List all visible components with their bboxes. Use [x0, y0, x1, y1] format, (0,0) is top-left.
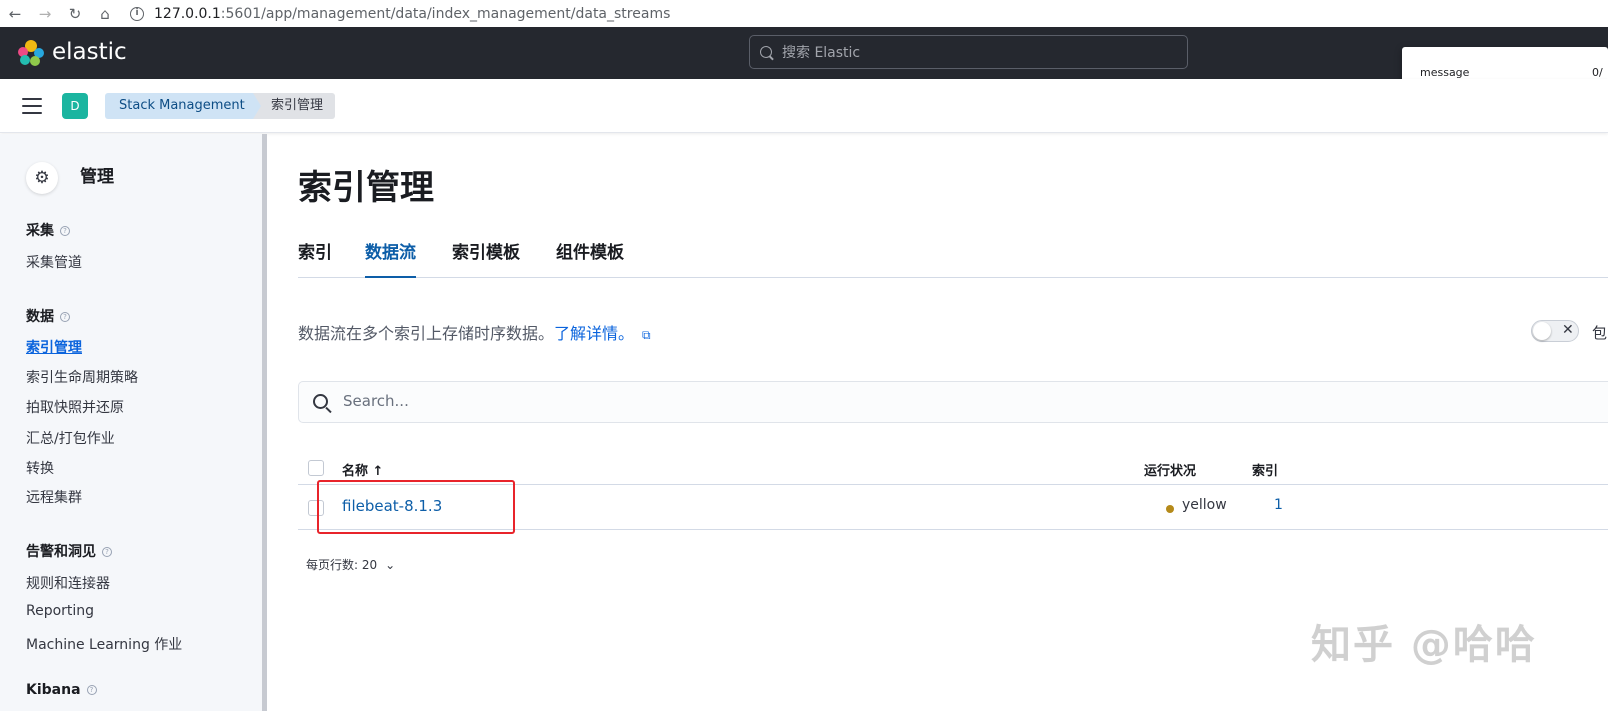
rows-per-page-label: 每页行数: 20	[306, 558, 378, 572]
sidebar-group-ingest: 采集?	[26, 220, 70, 240]
help-icon[interactable]: ?	[60, 312, 70, 322]
column-header-name[interactable]: 名称 ↑	[342, 460, 383, 479]
sidebar-item-index-management[interactable]: 索引管理	[26, 337, 82, 357]
sidebar-item-reporting[interactable]: Reporting	[26, 603, 94, 619]
tab-indices[interactable]: 索引	[298, 238, 332, 278]
breadcrumb-stack-management[interactable]: Stack Management	[105, 93, 263, 119]
column-header-indices: 索引	[1252, 464, 1279, 479]
search-icon	[313, 394, 328, 409]
tab-index-templates[interactable]: 索引模板	[452, 238, 520, 278]
tab-data-streams[interactable]: 数据流	[365, 238, 416, 278]
global-search-input[interactable]: 搜索 Elastic	[749, 35, 1188, 69]
sidebar-item-ml-jobs[interactable]: Machine Learning 作业	[26, 634, 182, 654]
watermark: 知乎 @哈哈	[1311, 622, 1537, 668]
sidebar-item-snapshot-restore[interactable]: 拍取快照并还原	[26, 397, 124, 417]
page-description: 数据流在多个索引上存储时序数据。了解详情。 ⧉	[298, 320, 651, 344]
sidebar-item-rollup-jobs[interactable]: 汇总/打包作业	[26, 428, 115, 448]
gear-icon: ⚙	[26, 162, 58, 194]
sidebar: ⚙ 管理 采集? 采集管道 数据? 索引管理 索引生命周期策略 拍取快照并还原 …	[0, 134, 262, 711]
sub-header: D Stack Management 索引管理	[0, 79, 1608, 133]
help-icon[interactable]: ?	[86, 685, 97, 695]
select-all-checkbox[interactable]	[308, 460, 324, 476]
toggle-label: 包	[1592, 324, 1608, 342]
logo-text: elastic	[52, 39, 127, 65]
rows-per-page-selector[interactable]: 每页行数: 20 ⌄	[306, 556, 395, 573]
url-host: 127.0.0.1	[154, 5, 221, 22]
top-header: elastic 搜索 Elastic message 0/	[0, 27, 1608, 96]
close-icon: ✕	[1562, 322, 1574, 338]
highlight-box	[317, 480, 515, 534]
include-toggle[interactable]: ✕	[1531, 320, 1579, 342]
sidebar-group-label: 告警和洞见	[26, 544, 96, 560]
sidebar-scrollbar[interactable]	[262, 134, 267, 711]
browser-address-bar: ← → ↻ ⌂ i 127.0.0.1:5601/app/management/…	[0, 0, 1608, 27]
search-icon	[760, 46, 772, 58]
url-field[interactable]: 127.0.0.1:5601/app/management/data/index…	[154, 6, 670, 22]
space-avatar[interactable]: D	[62, 93, 88, 119]
sidebar-item-rules-connectors[interactable]: 规则和连接器	[26, 573, 110, 593]
arrow-right-icon[interactable]: →	[30, 4, 60, 24]
elastic-logo-icon[interactable]	[16, 39, 46, 67]
sidebar-group-data: 数据?	[26, 306, 70, 326]
global-search-placeholder: 搜索 Elastic	[782, 45, 861, 61]
tab-component-templates[interactable]: 组件模板	[556, 238, 624, 278]
sidebar-group-label: Kibana	[26, 682, 81, 698]
indices-count-link[interactable]: 1	[1274, 497, 1283, 513]
sidebar-group-label: 采集	[26, 223, 54, 239]
sidebar-item-ingest-pipelines[interactable]: 采集管道	[26, 252, 82, 272]
health-status-dot	[1166, 505, 1174, 513]
sidebar-title: 管理	[80, 167, 114, 187]
sidebar-item-transforms[interactable]: 转换	[26, 458, 54, 478]
sidebar-item-remote-clusters[interactable]: 远程集群	[26, 487, 82, 507]
site-info-icon[interactable]: i	[130, 6, 144, 21]
chevron-down-icon: ⌄	[385, 558, 396, 572]
toggle-knob	[1533, 322, 1551, 340]
page-title: 索引管理	[298, 168, 434, 208]
tab-bar: 索引 数据流 索引模板 组件模板	[298, 236, 1608, 278]
sidebar-item-ilm-policies[interactable]: 索引生命周期策略	[26, 367, 138, 387]
sidebar-group-kibana: Kibana?	[26, 682, 97, 698]
arrow-left-icon[interactable]: ←	[0, 4, 30, 24]
learn-more-link[interactable]: 了解详情。	[554, 324, 634, 343]
search-field[interactable]	[343, 392, 943, 410]
external-link-icon: ⧉	[642, 328, 651, 342]
column-header-health: 运行状况	[1144, 464, 1197, 479]
help-icon[interactable]: ?	[60, 226, 70, 236]
reload-icon[interactable]: ↻	[60, 4, 90, 24]
popup-label: message	[1420, 66, 1470, 79]
help-icon[interactable]: ?	[102, 547, 112, 557]
home-icon[interactable]: ⌂	[90, 4, 120, 24]
menu-icon[interactable]	[22, 98, 42, 114]
popup-count: 0/	[1592, 66, 1603, 79]
description-text: 数据流在多个索引上存储时序数据。	[298, 324, 555, 343]
health-status: yellow	[1182, 497, 1227, 513]
search-input[interactable]	[298, 381, 1608, 423]
breadcrumb-index-management: 索引管理	[253, 93, 336, 119]
sidebar-group-label: 数据	[26, 309, 54, 325]
sidebar-group-alerts-insights: 告警和洞见?	[26, 541, 112, 561]
url-path: :5601/app/management/data/index_manageme…	[220, 5, 671, 22]
